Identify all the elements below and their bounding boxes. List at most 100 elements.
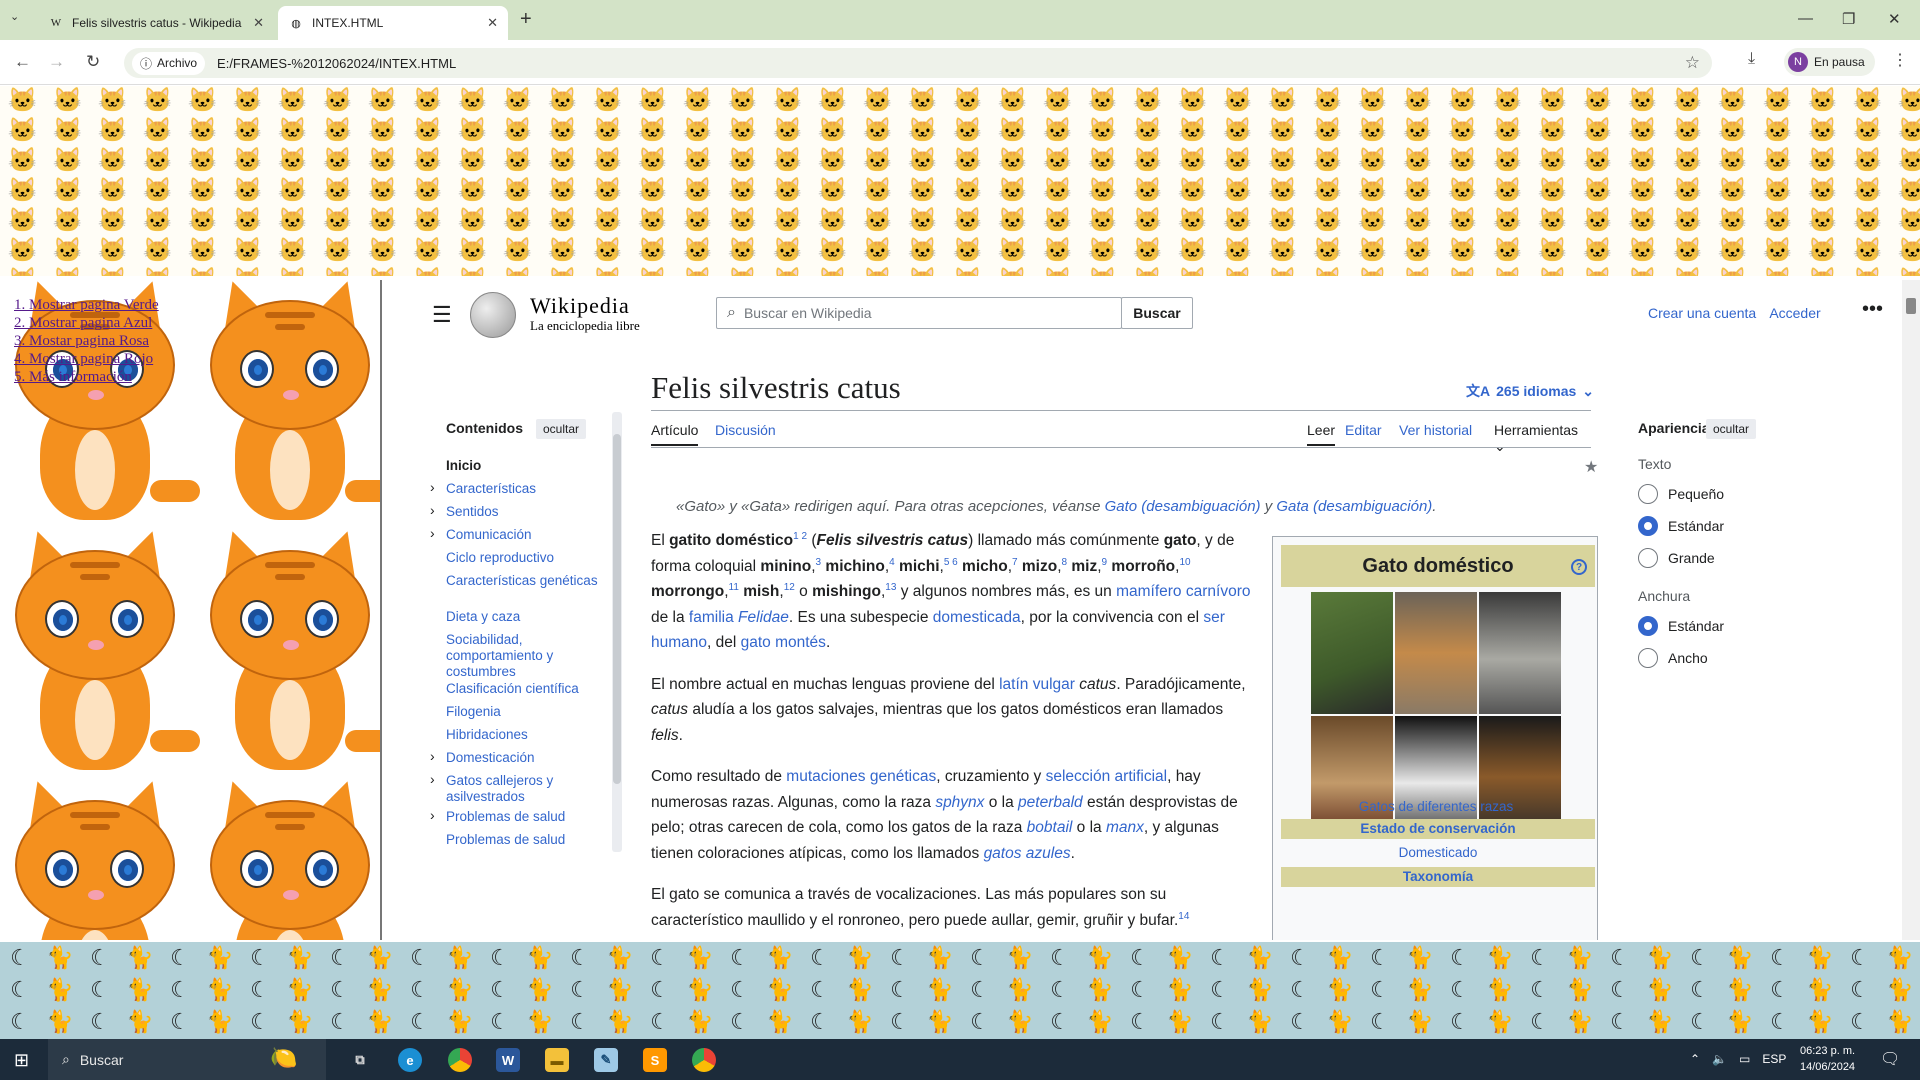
file-explorer-icon[interactable]: ▬ (545, 1048, 569, 1072)
link-more-info[interactable]: 5. Más información (14, 369, 132, 385)
toc-scrollbar[interactable] (612, 412, 622, 852)
sublime-icon[interactable]: S (643, 1048, 667, 1072)
infobox-value-domesticated[interactable]: Domesticado (1281, 843, 1595, 863)
taskbar-clock[interactable]: 06:23 p. m. 14/06/2024 (1800, 1043, 1855, 1075)
link-show-green[interactable]: 1. Mostrar pagina Verde (14, 297, 159, 313)
lemons-widget-icon[interactable]: 🍋 (270, 1045, 297, 1071)
appearance-hide-button[interactable]: ocultar (1706, 419, 1757, 439)
text-size-small-option[interactable]: Pequeño (1638, 484, 1724, 504)
radio-button[interactable] (1638, 484, 1658, 504)
link[interactable]: familia (689, 609, 734, 626)
reference[interactable]: 8 (1062, 556, 1068, 567)
reference[interactable]: 10 (1179, 556, 1190, 567)
infobox-header-conservation[interactable]: Estado de conservación (1281, 819, 1595, 839)
infobox-header-taxonomy[interactable]: Taxonomía (1281, 867, 1595, 887)
tab-article[interactable]: Artículo (651, 422, 699, 446)
search-button[interactable]: Buscar (1121, 297, 1193, 329)
link[interactable]: bobtail (1027, 819, 1073, 836)
hatnote-link[interactable]: Gato (desambiguación) (1105, 498, 1261, 515)
reference[interactable]: 14 (1178, 910, 1189, 921)
chrome-icon[interactable] (448, 1048, 472, 1072)
tab-read[interactable]: Leer (1307, 422, 1336, 446)
toc-item[interactable]: › Domesticación (430, 748, 606, 766)
language-button[interactable]: 文A 265 idiomas ⌄ (1466, 381, 1594, 401)
tab-intex[interactable]: ◍ INTEX.HTML ✕ (278, 6, 508, 40)
notepad-icon[interactable]: ✎ (594, 1048, 618, 1072)
toc-item[interactable]: › Comunicación (430, 525, 606, 543)
chevron-right-icon[interactable]: › (430, 525, 435, 541)
chevron-right-icon[interactable]: › (430, 771, 435, 787)
toc-item[interactable]: Filogenia (446, 704, 606, 720)
hatnote-link[interactable]: Gata (desambiguación) (1276, 498, 1432, 515)
toc-item[interactable]: Ciclo reproductivo (446, 550, 606, 566)
toc-item[interactable]: › Características (430, 479, 606, 497)
chevron-right-icon[interactable]: › (430, 748, 435, 764)
radio-button-selected[interactable] (1638, 616, 1658, 636)
site-info-chip[interactable]: ⓘ Archivo (132, 51, 206, 75)
input-language[interactable]: ESP (1762, 1052, 1786, 1066)
link[interactable]: latín vulgar (999, 676, 1075, 693)
link[interactable]: sphynx (935, 794, 984, 811)
wikipedia-wordmark[interactable]: Wikipedia (530, 293, 630, 319)
chevron-right-icon[interactable]: › (430, 502, 435, 518)
link[interactable]: Felidae (738, 609, 789, 626)
login-link[interactable]: Acceder (1769, 305, 1820, 321)
toc-item-inicio[interactable]: Inicio (446, 458, 606, 474)
reference[interactable]: 11 (729, 582, 739, 593)
toc-item[interactable]: › Problemas de salud (430, 807, 606, 825)
reference[interactable]: 3 (816, 556, 822, 567)
width-standard-option[interactable]: Estándar (1638, 616, 1724, 636)
restore-icon[interactable]: ❐ (1842, 10, 1855, 28)
toc-item[interactable]: Características genéticas (446, 573, 606, 589)
tab-history[interactable]: Ver historial (1399, 422, 1472, 438)
link[interactable]: domesticada (933, 609, 1021, 626)
toc-item[interactable]: Clasificación científica (446, 681, 606, 697)
reload-icon[interactable]: ↻ (86, 52, 100, 72)
main-menu-icon[interactable]: ☰ (432, 302, 452, 328)
link-show-pink[interactable]: 3. Mostar pagina Rosa (14, 333, 149, 349)
infobox-caption[interactable]: Gatos de diferentes razas (1273, 799, 1599, 814)
reference[interactable]: 7 (1012, 556, 1018, 567)
create-account-link[interactable]: Crear una cuenta (1648, 305, 1756, 321)
more-options-icon[interactable]: ••• (1862, 298, 1883, 321)
search-input[interactable]: ⌕ Buscar en Wikipedia (716, 297, 1122, 329)
tab-discussion[interactable]: Discusión (715, 422, 776, 438)
link-show-blue[interactable]: 2. Mostrar pagina Azul (14, 315, 152, 331)
back-icon[interactable]: ← (14, 52, 31, 72)
link[interactable]: peterbald (1018, 794, 1083, 811)
link[interactable]: mamífero carnívoro (1116, 583, 1250, 600)
link[interactable]: manx (1106, 819, 1144, 836)
link[interactable]: gato montés (741, 634, 826, 651)
link-show-red[interactable]: 4. Mostrar pagina Rojo (14, 351, 153, 367)
toc-scroll-thumb[interactable] (613, 434, 621, 784)
reference[interactable]: 13 (885, 582, 896, 593)
toc-hide-button[interactable]: ocultar (536, 419, 587, 439)
toc-item[interactable]: ›Problemas de salud causados al ser (446, 832, 606, 846)
toc-item[interactable]: › Gatos callejeros y asilvestrados (430, 771, 606, 805)
new-tab-icon[interactable]: + (520, 8, 532, 31)
cat-photo[interactable] (1479, 592, 1561, 714)
toc-item[interactable]: › Sentidos (430, 502, 606, 520)
chevron-up-icon[interactable]: ⌃ (1690, 1052, 1700, 1066)
forward-icon[interactable]: → (48, 52, 65, 72)
toc-item[interactable]: Sociabilidad, comportamiento y costumbre… (446, 632, 606, 680)
address-bar[interactable]: ⓘ Archivo E:/FRAMES-%2012062024/INTEX.HT… (124, 48, 1712, 78)
width-wide-option[interactable]: Ancho (1638, 648, 1708, 668)
reference[interactable]: 4 (889, 556, 895, 567)
page-scrollbar[interactable] (1902, 280, 1920, 940)
wikipedia-globe-logo[interactable] (470, 292, 516, 338)
tab-wikipedia[interactable]: W Felis silvestris catus - Wikipedia ✕ (38, 6, 274, 40)
text-size-standard-option[interactable]: Estándar (1638, 516, 1724, 536)
download-icon[interactable]: ⤓ (1748, 50, 1755, 68)
chevron-right-icon[interactable]: › (430, 807, 435, 823)
task-view-icon[interactable]: ⧉ (348, 1048, 372, 1072)
reference[interactable]: 1 2 (793, 531, 807, 542)
edge-icon[interactable]: e (398, 1048, 422, 1072)
link[interactable]: mutaciones genéticas (786, 768, 936, 785)
reference[interactable]: 12 (784, 582, 795, 593)
browser-menu-icon[interactable]: ⋮ (1892, 50, 1908, 70)
text-size-large-option[interactable]: Grande (1638, 548, 1715, 568)
bookmark-star-icon[interactable]: ☆ (1685, 53, 1700, 73)
cat-photo[interactable] (1311, 592, 1393, 714)
link[interactable]: gatos azules (984, 845, 1071, 862)
